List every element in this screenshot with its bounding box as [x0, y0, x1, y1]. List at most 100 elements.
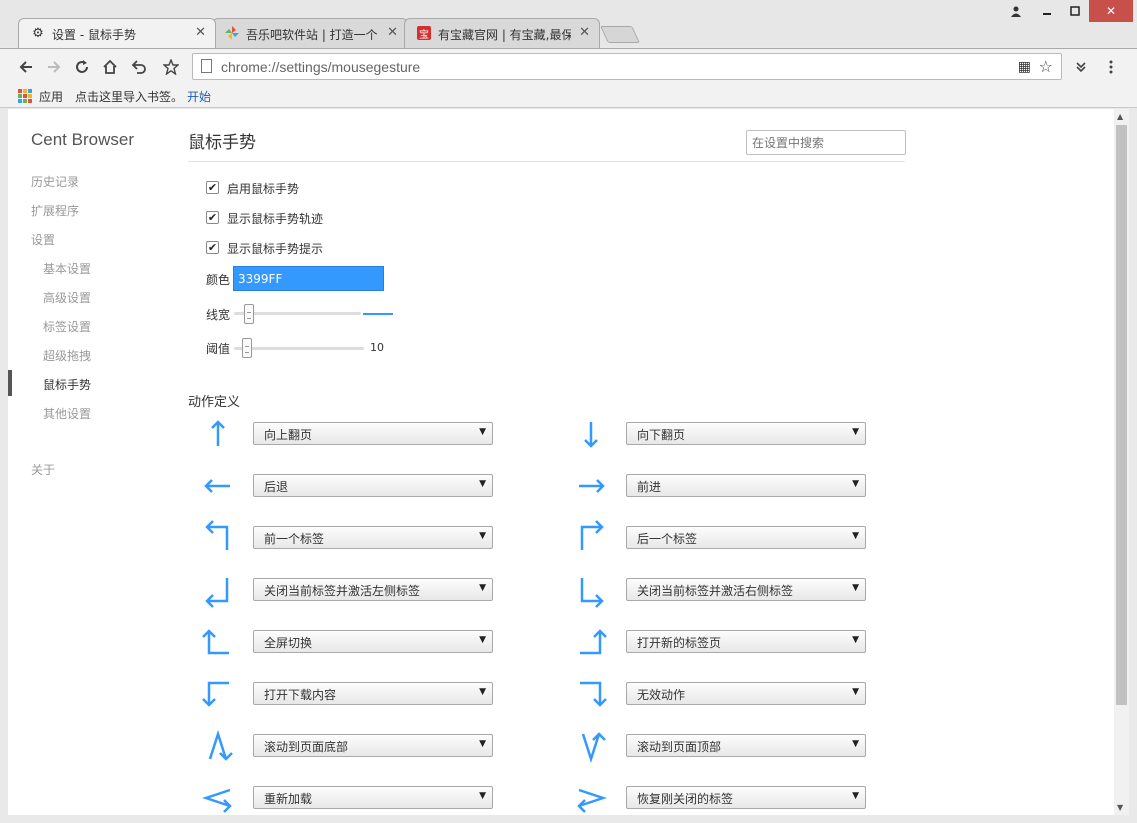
dropdown-arrow-icon: ▼ — [479, 479, 486, 489]
color-field[interactable]: 3399FF — [233, 266, 384, 291]
scroll-up-icon[interactable]: ▲ — [1117, 112, 1123, 121]
gesture-action-select[interactable]: 后一个标签 ▼ — [626, 526, 866, 549]
gesture-action-select[interactable]: 打开新的标签页 ▼ — [626, 630, 866, 653]
threshold-slider-knob[interactable] — [242, 338, 252, 358]
scroll-down-icon[interactable]: ▼ — [1117, 803, 1123, 812]
dropdown-arrow-icon: ▼ — [852, 531, 859, 541]
checkbox-box[interactable]: ✔ — [206, 241, 219, 254]
import-start-link[interactable]: 开始 — [187, 88, 211, 105]
vertical-scrollbar[interactable]: ▲ ▼ — [1114, 109, 1129, 815]
toolbar: chrome://settings/mousegesture ▦ ☆ — [0, 48, 1137, 84]
sidebar-item-super-drag[interactable]: 超级拖拽 — [43, 347, 91, 364]
select-value: 打开新的标签页 — [637, 636, 722, 650]
gesture-down-left-icon — [198, 570, 238, 610]
new-tab-button[interactable] — [600, 26, 640, 43]
apps-grid-icon[interactable] — [18, 89, 32, 103]
gesture-action-select[interactable]: 向下翻页 ▼ — [626, 422, 866, 445]
dropdown-arrow-icon: ▼ — [479, 687, 486, 697]
dropdown-arrow-icon: ▼ — [852, 739, 859, 749]
gesture-up-right-icon — [571, 518, 611, 558]
gesture-up-down-icon — [198, 726, 238, 766]
home-icon[interactable] — [99, 56, 121, 78]
scrollbar-thumb[interactable] — [1116, 125, 1127, 705]
page-title: 鼠标手势 — [188, 133, 256, 153]
forward-icon[interactable] — [43, 56, 65, 78]
minimize-icon[interactable] — [1033, 0, 1061, 22]
user-profile-icon[interactable] — [1003, 0, 1029, 22]
gesture-action-select[interactable]: 滚动到页面顶部 ▼ — [626, 734, 866, 757]
tab-close-icon[interactable]: ✕ — [387, 25, 398, 40]
tab-close-icon[interactable]: ✕ — [195, 25, 206, 40]
qr-code-icon[interactable]: ▦ — [1018, 59, 1031, 75]
gesture-right-up-icon — [571, 622, 611, 662]
gesture-action-select[interactable]: 恢复刚关闭的标签 ▼ — [626, 786, 866, 809]
tab-close-icon[interactable]: ✕ — [579, 25, 590, 40]
window-frame — [1129, 109, 1137, 823]
dropdown-arrow-icon: ▼ — [479, 739, 486, 749]
import-bookmarks-text: 点击这里导入书签。 — [75, 90, 184, 104]
sidebar-item-other-settings[interactable]: 其他设置 — [43, 405, 91, 422]
gesture-action-select[interactable]: 关闭当前标签并激活右侧标签 ▼ — [626, 578, 866, 601]
threshold-track[interactable] — [234, 347, 364, 350]
sidebar-item-basic-settings[interactable]: 基本设置 — [43, 260, 91, 277]
gesture-left-down-icon — [198, 674, 238, 714]
back-icon[interactable] — [15, 56, 37, 78]
sidebar-item-tab-settings[interactable]: 标签设置 — [43, 318, 91, 335]
gesture-action-select[interactable]: 后退 ▼ — [253, 474, 493, 497]
dropdown-arrow-icon: ▼ — [479, 791, 486, 801]
extensions-chevron-icon[interactable] — [1070, 56, 1092, 78]
bookmark-star-icon[interactable] — [160, 56, 182, 78]
select-value: 打开下载内容 — [264, 688, 337, 702]
gesture-left-right-icon — [198, 778, 238, 815]
sidebar-item-mouse-gestures[interactable]: 鼠标手势 — [43, 376, 91, 393]
gesture-action-select[interactable]: 滚动到页面底部 ▼ — [253, 734, 493, 757]
gesture-action-select[interactable]: 无效动作 ▼ — [626, 682, 866, 705]
checkbox-label: 启用鼠标手势 — [227, 182, 300, 196]
tab-wulaba[interactable]: 吾乐吧软件站 | 打造一个 ✕ — [212, 18, 408, 48]
select-value: 滚动到页面顶部 — [637, 740, 722, 754]
title-bar: ⚙ 设置 - 鼠标手势 ✕ 吾乐吧软件站 | 打造一个 ✕ 宝 有宝藏官网 | … — [0, 0, 1137, 48]
pinwheel-icon — [225, 26, 239, 40]
color-label: 颜色 — [206, 273, 231, 287]
gesture-action-select[interactable]: 打开下载内容 ▼ — [253, 682, 493, 705]
select-value: 关闭当前标签并激活左侧标签 — [264, 584, 421, 598]
sidebar-item-history[interactable]: 历史记录 — [31, 173, 79, 190]
gesture-action-select[interactable]: 关闭当前标签并激活左侧标签 ▼ — [253, 578, 493, 601]
threshold-label: 阈值 — [206, 342, 231, 356]
gesture-action-select[interactable]: 前进 ▼ — [626, 474, 866, 497]
sidebar-item-extensions[interactable]: 扩展程序 — [31, 202, 79, 219]
checkbox-box[interactable]: ✔ — [206, 211, 219, 224]
address-bar[interactable]: chrome://settings/mousegesture ▦ ☆ — [192, 53, 1062, 80]
dropdown-arrow-icon: ▼ — [479, 635, 486, 645]
close-window-icon[interactable]: ✕ — [1089, 0, 1133, 22]
gesture-action-select[interactable]: 前一个标签 ▼ — [253, 526, 493, 549]
undo-close-icon[interactable] — [128, 56, 150, 78]
select-value: 向上翻页 — [264, 428, 313, 442]
bookmark-bar: 应用 点击这里导入书签。 开始 — [0, 84, 1137, 108]
gesture-action-select[interactable]: 重新加载 ▼ — [253, 786, 493, 809]
sidebar-item-settings[interactable]: 设置 — [31, 231, 55, 248]
maximize-icon[interactable] — [1061, 0, 1089, 22]
tab-title: 吾乐吧软件站 | 打造一个 — [246, 28, 378, 42]
dropdown-arrow-icon: ▼ — [852, 479, 859, 489]
star-icon[interactable]: ☆ — [1039, 57, 1053, 76]
dropdown-arrow-icon: ▼ — [479, 531, 486, 541]
line-width-slider-knob[interactable] — [244, 304, 255, 324]
reload-icon[interactable] — [71, 56, 93, 78]
page-icon — [201, 59, 212, 73]
dropdown-arrow-icon: ▼ — [852, 583, 859, 593]
tab-settings[interactable]: ⚙ 设置 - 鼠标手势 ✕ — [18, 18, 216, 48]
sidebar-item-advanced-settings[interactable]: 高级设置 — [43, 289, 91, 306]
gesture-down-right-icon — [571, 570, 611, 610]
gesture-action-select[interactable]: 向上翻页 ▼ — [253, 422, 493, 445]
apps-shortcut[interactable]: 应用 — [39, 88, 63, 105]
menu-icon[interactable] — [1100, 56, 1122, 78]
settings-search-input[interactable] — [746, 130, 906, 155]
sidebar-item-about[interactable]: 关于 — [31, 461, 55, 478]
settings-page: Cent Browser 历史记录 扩展程序 设置 基本设置 高级设置 标签设置… — [8, 109, 1114, 815]
gesture-down-up-icon — [571, 726, 611, 766]
line-width-preview — [363, 313, 393, 315]
tab-youbaozang[interactable]: 宝 有宝藏官网 | 有宝藏,最保 ✕ — [404, 18, 600, 48]
gesture-action-select[interactable]: 全屏切换 ▼ — [253, 630, 493, 653]
checkbox-box[interactable]: ✔ — [206, 181, 219, 194]
